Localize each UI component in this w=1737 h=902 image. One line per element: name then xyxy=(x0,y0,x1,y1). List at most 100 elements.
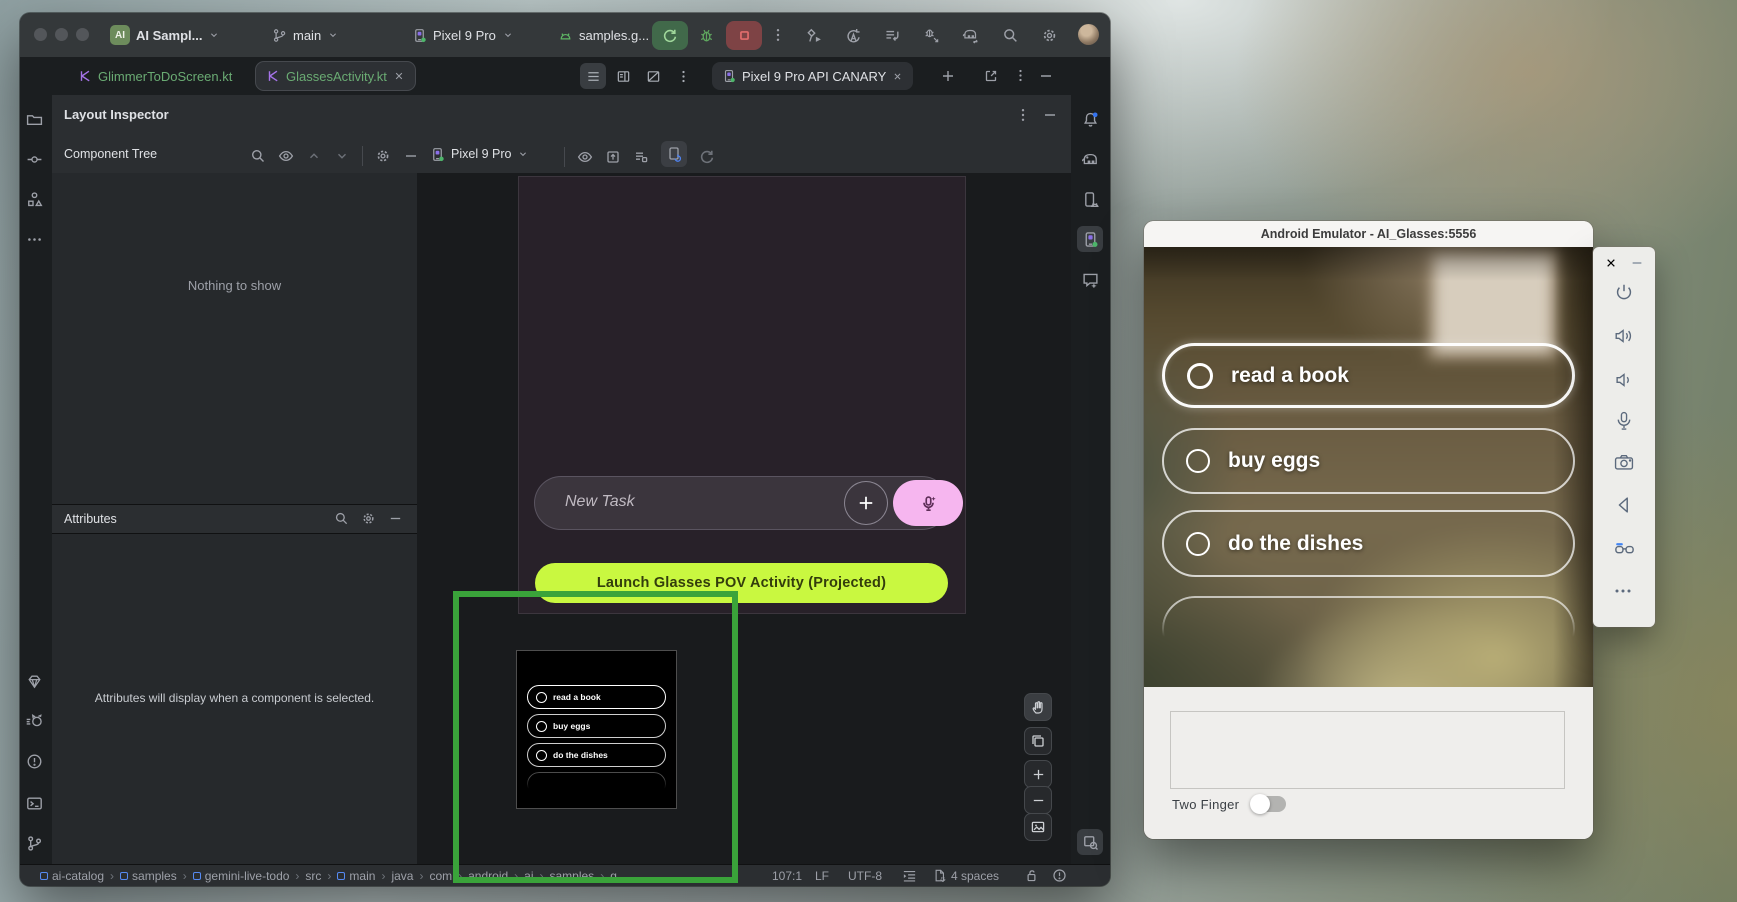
line-separator[interactable]: LF xyxy=(815,869,829,883)
stop-button[interactable] xyxy=(726,21,762,50)
lock-icon[interactable] xyxy=(1024,868,1039,883)
vcs-branch-widget[interactable]: main xyxy=(272,21,339,49)
breadcrumb-item[interactable]: android xyxy=(468,869,508,883)
rerun-button[interactable] xyxy=(652,21,688,50)
breadcrumb-item[interactable]: samples xyxy=(550,869,595,883)
back-icon[interactable] xyxy=(1613,494,1635,516)
refresh-icon[interactable] xyxy=(699,149,715,165)
power-icon[interactable] xyxy=(1613,282,1635,304)
tab-options-menu[interactable] xyxy=(670,63,696,89)
hide-panel-button[interactable] xyxy=(1038,68,1054,84)
voice-input-button[interactable] xyxy=(893,480,963,526)
glasses-icon[interactable] xyxy=(1613,537,1636,560)
apply-changes-icon[interactable] xyxy=(845,27,862,44)
breadcrumb-item[interactable]: gemini-live-todo xyxy=(193,869,290,883)
close-traffic-light[interactable] xyxy=(34,28,47,41)
add-device-button[interactable] xyxy=(940,68,956,84)
breadcrumb-item[interactable]: src xyxy=(305,869,321,883)
sidebar-item-problems[interactable] xyxy=(21,748,47,774)
breadcrumb-item[interactable]: samples xyxy=(120,869,177,883)
apply-code-changes-icon[interactable] xyxy=(884,27,901,44)
breadcrumb-item[interactable]: g xyxy=(610,869,617,883)
gradle-sync-icon[interactable] xyxy=(962,26,980,44)
sidebar-item-more[interactable] xyxy=(21,226,47,252)
sidebar-item-version-control[interactable] xyxy=(21,830,47,856)
todo-item[interactable]: do the dishes xyxy=(1162,510,1575,577)
close-icon[interactable] xyxy=(1604,256,1618,270)
breadcrumb-item[interactable]: java xyxy=(391,869,413,883)
new-task-field[interactable]: New Task xyxy=(535,477,948,529)
breadcrumb-item[interactable]: com xyxy=(429,869,452,883)
search-icon[interactable] xyxy=(250,148,266,164)
export-snapshot-icon[interactable] xyxy=(633,149,649,165)
volume-up-icon[interactable] xyxy=(1613,325,1635,347)
device-screen-render[interactable]: New Task Launch Glasses POV Activity (Pr… xyxy=(519,177,965,613)
sidebar-item-project[interactable] xyxy=(21,106,47,132)
view-mode-preview-button[interactable] xyxy=(640,63,666,89)
indent-style-icon[interactable] xyxy=(902,868,917,883)
breadcrumb-item[interactable]: ai xyxy=(524,869,533,883)
todo-item[interactable]: read a book xyxy=(1162,343,1575,408)
add-task-button[interactable] xyxy=(845,482,887,524)
zoom-traffic-light[interactable] xyxy=(76,28,89,41)
run-config-selector[interactable]: samples.g... xyxy=(558,21,667,49)
debug-button[interactable] xyxy=(698,27,715,44)
view-options-eye-icon[interactable] xyxy=(577,149,593,165)
mini-todo-item[interactable]: read a book xyxy=(527,685,666,709)
inspector-options-menu[interactable] xyxy=(1015,107,1031,123)
user-avatar[interactable] xyxy=(1078,24,1099,45)
profile-run-icon[interactable] xyxy=(806,27,823,44)
tab-glassesactivity[interactable]: GlassesActivity.kt xyxy=(256,62,415,90)
hide-icon[interactable] xyxy=(403,148,419,164)
minimize-traffic-light[interactable] xyxy=(55,28,68,41)
two-finger-toggle[interactable] xyxy=(1252,796,1286,812)
gear-icon[interactable] xyxy=(361,511,376,526)
mini-todo-item[interactable]: buy eggs xyxy=(527,714,666,738)
zoom-to-fit-button[interactable] xyxy=(1025,814,1051,840)
pan-mode-button[interactable] xyxy=(1025,694,1051,720)
todo-item[interactable]: buy eggs xyxy=(1162,428,1575,494)
file-encoding[interactable]: UTF-8 xyxy=(848,869,882,883)
launch-glasses-button[interactable]: Launch Glasses POV Activity (Projected) xyxy=(535,563,948,603)
sidebar-item-device-manager[interactable] xyxy=(1077,186,1103,212)
camera-icon[interactable] xyxy=(1613,452,1635,474)
sidebar-item-commit[interactable] xyxy=(21,146,47,172)
mini-todo-item[interactable]: do the dishes xyxy=(527,743,666,767)
attach-debugger-icon[interactable] xyxy=(923,27,940,44)
open-in-window-button[interactable] xyxy=(983,68,999,84)
sidebar-item-resource-manager[interactable] xyxy=(21,186,47,212)
sidebar-item-profiler[interactable] xyxy=(21,708,47,734)
tab-glimmertodoscreen[interactable]: GlimmerToDoScreen.kt xyxy=(68,62,242,90)
sidebar-item-notifications[interactable] xyxy=(1077,106,1103,132)
sidebar-item-gemini[interactable] xyxy=(1077,266,1103,292)
sidebar-item-terminal[interactable] xyxy=(21,790,47,816)
minimize-icon[interactable] xyxy=(1630,256,1644,270)
project-widget[interactable]: AI AI Sampl... xyxy=(110,21,220,49)
gear-icon[interactable] xyxy=(375,148,391,164)
close-icon[interactable] xyxy=(892,71,903,82)
emulator-title-bar[interactable]: Android Emulator - AI_Glasses:5556 xyxy=(1144,221,1593,248)
breadcrumb-item[interactable]: main xyxy=(337,869,375,883)
search-icon[interactable] xyxy=(1002,27,1019,44)
view-mode-split-button[interactable] xyxy=(610,63,636,89)
sidebar-item-app-quality-insights[interactable] xyxy=(21,668,47,694)
hide-icon[interactable] xyxy=(388,511,403,526)
caret-position[interactable]: 107:1 xyxy=(772,869,802,883)
volume-down-icon[interactable] xyxy=(1613,369,1635,391)
inspector-hide-button[interactable] xyxy=(1042,107,1058,123)
settings-gear-icon[interactable] xyxy=(1041,27,1058,44)
expand-all-icon[interactable] xyxy=(306,148,322,164)
collapse-all-icon[interactable] xyxy=(334,148,350,164)
emulator-display[interactable]: read a book buy eggs do the dishes xyxy=(1144,247,1593,687)
layer-mode-button[interactable] xyxy=(1025,728,1051,754)
more-icon[interactable] xyxy=(1613,581,1633,601)
sidebar-item-running-devices[interactable] xyxy=(1077,226,1103,252)
device-selector[interactable]: Pixel 9 Pro xyxy=(412,21,514,49)
running-devices-tab[interactable]: Pixel 9 Pro API CANARY xyxy=(712,62,913,90)
search-icon[interactable] xyxy=(334,511,349,526)
run-options-menu[interactable] xyxy=(770,27,786,43)
close-icon[interactable] xyxy=(393,70,405,82)
eye-icon[interactable] xyxy=(278,148,294,164)
microphone-icon[interactable] xyxy=(1613,410,1635,432)
zoom-in-button[interactable] xyxy=(1025,761,1051,787)
